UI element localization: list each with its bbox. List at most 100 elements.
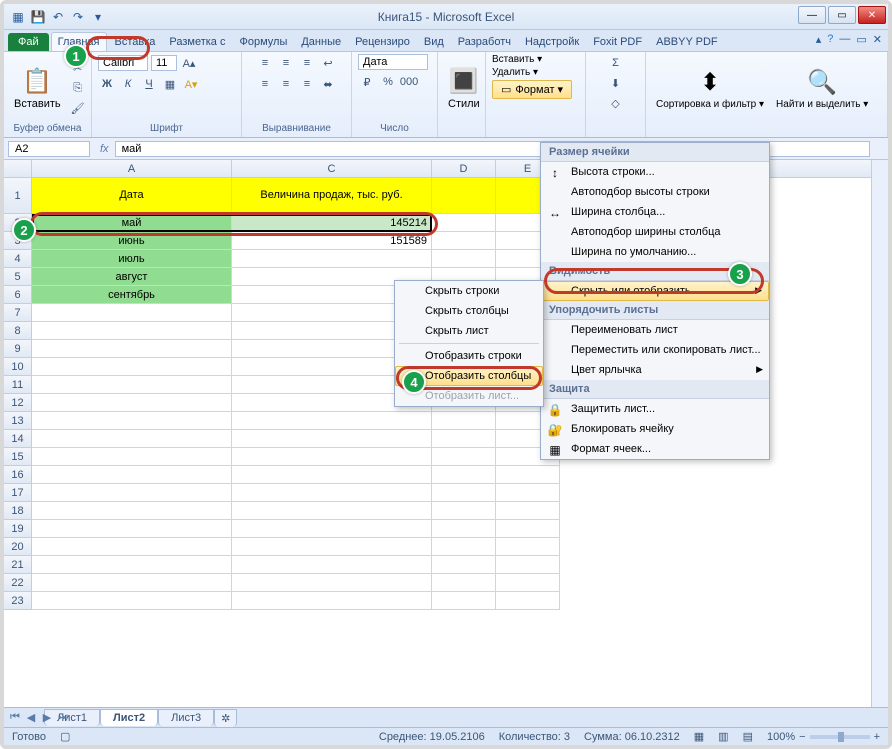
format-painter-icon[interactable]: 🖌 bbox=[69, 100, 87, 118]
bold-icon[interactable]: Ж bbox=[98, 75, 116, 93]
col-header-C[interactable]: C bbox=[232, 160, 432, 177]
align-right-icon[interactable]: ≡ bbox=[298, 75, 316, 93]
align-mid-icon[interactable]: ≡ bbox=[277, 54, 295, 72]
submenu-unhide-rows[interactable]: Отобразить строки bbox=[395, 346, 543, 366]
tab-layout[interactable]: Разметка с bbox=[163, 33, 231, 51]
help-icon[interactable]: ? bbox=[827, 33, 833, 46]
menu-format-cells[interactable]: ▦Формат ячеек... bbox=[541, 439, 769, 459]
vertical-scrollbar[interactable] bbox=[871, 160, 888, 707]
percent-icon[interactable]: % bbox=[379, 73, 397, 91]
tab-foxit[interactable]: Foxit PDF bbox=[587, 33, 648, 51]
sort-filter-button[interactable]: ⬍ Сортировка и фильтр ▾ bbox=[652, 66, 768, 112]
border-icon[interactable]: ▦ bbox=[161, 75, 179, 93]
styles-button[interactable]: 🔳 Стили bbox=[444, 65, 484, 112]
tab-view[interactable]: Вид bbox=[418, 33, 450, 51]
view-layout-icon[interactable]: ▥ bbox=[718, 730, 728, 743]
number-format-select[interactable]: Дата bbox=[358, 54, 428, 70]
row-header-1[interactable]: 1 bbox=[4, 178, 32, 214]
currency-icon[interactable]: ₽ bbox=[358, 73, 376, 91]
find-select-button[interactable]: 🔍 Найти и выделить ▾ bbox=[772, 66, 872, 112]
menu-default-width[interactable]: Ширина по умолчанию... bbox=[541, 242, 769, 262]
submenu-hide-rows[interactable]: Скрыть строки bbox=[395, 281, 543, 301]
font-name-select[interactable]: Calibri bbox=[98, 55, 148, 71]
tab-addins[interactable]: Надстройк bbox=[519, 33, 585, 51]
zoom-out-icon[interactable]: − bbox=[799, 731, 805, 743]
cell-A1[interactable]: Дата bbox=[32, 178, 232, 214]
comma-icon[interactable]: 000 bbox=[400, 73, 418, 91]
sheet-tab[interactable]: Лист3 bbox=[158, 709, 214, 726]
font-size-select[interactable]: 11 bbox=[151, 55, 177, 71]
save-icon[interactable]: 💾 bbox=[30, 9, 46, 25]
delete-cells-button[interactable]: Удалить ▾ bbox=[492, 67, 538, 78]
tab-data[interactable]: Данные bbox=[295, 33, 347, 51]
menu-protect-sheet[interactable]: 🔒Защитить лист... bbox=[541, 399, 769, 419]
menu-lock-cell[interactable]: 🔐Блокировать ячейку bbox=[541, 419, 769, 439]
undo-icon[interactable]: ↶ bbox=[50, 9, 66, 25]
copy-icon[interactable]: ⎘ bbox=[69, 80, 87, 98]
view-normal-icon[interactable]: ▦ bbox=[694, 730, 704, 743]
select-all-corner[interactable] bbox=[4, 160, 32, 177]
menu-autofit-col[interactable]: Автоподбор ширины столбца bbox=[541, 222, 769, 242]
menu-tab-color[interactable]: Цвет ярлычка▶ bbox=[541, 360, 769, 380]
tab-review[interactable]: Рецензиро bbox=[349, 33, 416, 51]
grow-font-icon[interactable]: A▴ bbox=[180, 54, 198, 72]
fill-icon[interactable]: ⬇ bbox=[607, 74, 625, 92]
menu-col-width[interactable]: ↔Ширина столбца... bbox=[541, 202, 769, 222]
cell-C1[interactable]: Величина продаж, тыс. руб. bbox=[232, 178, 432, 214]
status-ready: Готово bbox=[12, 731, 46, 743]
menu-row-height[interactable]: ↕Высота строки... bbox=[541, 162, 769, 182]
sheet-tab-active[interactable]: Лист2 bbox=[100, 709, 158, 726]
minimize-ribbon-icon[interactable]: ▴ bbox=[816, 33, 822, 46]
close-button[interactable]: ✕ bbox=[858, 6, 886, 24]
submenu-hide-sheet[interactable]: Скрыть лист bbox=[395, 321, 543, 341]
zoom-in-icon[interactable]: + bbox=[874, 731, 880, 743]
new-sheet-button[interactable]: ✲ bbox=[214, 709, 237, 727]
tab-insert[interactable]: Вставка bbox=[109, 33, 162, 51]
fx-icon[interactable]: fx bbox=[94, 143, 115, 155]
maximize-button[interactable]: ▭ bbox=[828, 6, 856, 24]
mdi-min-icon[interactable]: — bbox=[839, 33, 850, 46]
format-button[interactable]: ▭ Формат ▾ bbox=[492, 80, 572, 99]
italic-icon[interactable]: К bbox=[119, 75, 137, 93]
status-record-icon[interactable]: ▢ bbox=[60, 730, 70, 743]
col-header-D[interactable]: D bbox=[432, 160, 496, 177]
view-break-icon[interactable]: ▤ bbox=[743, 730, 753, 743]
align-top-icon[interactable]: ≡ bbox=[256, 54, 274, 72]
align-bot-icon[interactable]: ≡ bbox=[298, 54, 316, 72]
col-header-A[interactable]: A bbox=[32, 160, 232, 177]
autosum-icon[interactable]: Σ bbox=[607, 54, 625, 72]
name-box[interactable]: A2 bbox=[8, 141, 90, 157]
menu-rename-sheet[interactable]: Переименовать лист bbox=[541, 320, 769, 340]
menu-autofit-row[interactable]: Автоподбор высоты строки bbox=[541, 182, 769, 202]
file-tab[interactable]: Фай bbox=[8, 33, 49, 51]
redo-icon[interactable]: ↷ bbox=[70, 9, 86, 25]
clear-icon[interactable]: ◇ bbox=[607, 94, 625, 112]
mdi-close-icon[interactable]: ✕ bbox=[873, 33, 882, 46]
tab-abbyy[interactable]: ABBYY PDF bbox=[650, 33, 724, 51]
zoom-control[interactable]: 100% − + bbox=[767, 731, 880, 743]
qat-more-icon[interactable]: ▾ bbox=[90, 9, 106, 25]
underline-icon[interactable]: Ч bbox=[140, 75, 158, 93]
sheet-nav[interactable]: ⏮◀▶⏭ bbox=[8, 711, 70, 724]
align-center-icon[interactable]: ≡ bbox=[277, 75, 295, 93]
submenu-hide-cols[interactable]: Скрыть столбцы bbox=[395, 301, 543, 321]
minimize-button[interactable]: — bbox=[798, 6, 826, 24]
menu-separator bbox=[399, 343, 539, 344]
status-sum: Сумма: 06.10.2312 bbox=[584, 731, 680, 743]
insert-cells-button[interactable]: Вставить ▾ bbox=[492, 54, 542, 65]
annotation-marker-4: 4 bbox=[402, 370, 426, 394]
merge-icon[interactable]: ⬌ bbox=[319, 75, 337, 93]
format-icon: ▭ bbox=[501, 83, 511, 96]
cell[interactable]: 145214 bbox=[232, 214, 432, 232]
align-group-label: Выравнивание bbox=[248, 123, 345, 135]
align-left-icon[interactable]: ≡ bbox=[256, 75, 274, 93]
menu-move-copy-sheet[interactable]: Переместить или скопировать лист... bbox=[541, 340, 769, 360]
paste-button[interactable]: 📋 Вставить bbox=[10, 65, 65, 112]
cell[interactable]: май bbox=[32, 214, 232, 232]
tab-formulas[interactable]: Формулы bbox=[233, 33, 293, 51]
tab-developer[interactable]: Разработч bbox=[452, 33, 517, 51]
wrap-text-icon[interactable]: ↩ bbox=[319, 54, 337, 72]
mdi-restore-icon[interactable]: ▭ bbox=[856, 33, 866, 46]
fill-color-icon[interactable]: A▾ bbox=[182, 75, 200, 93]
lock-icon: 🔒 bbox=[547, 403, 563, 417]
